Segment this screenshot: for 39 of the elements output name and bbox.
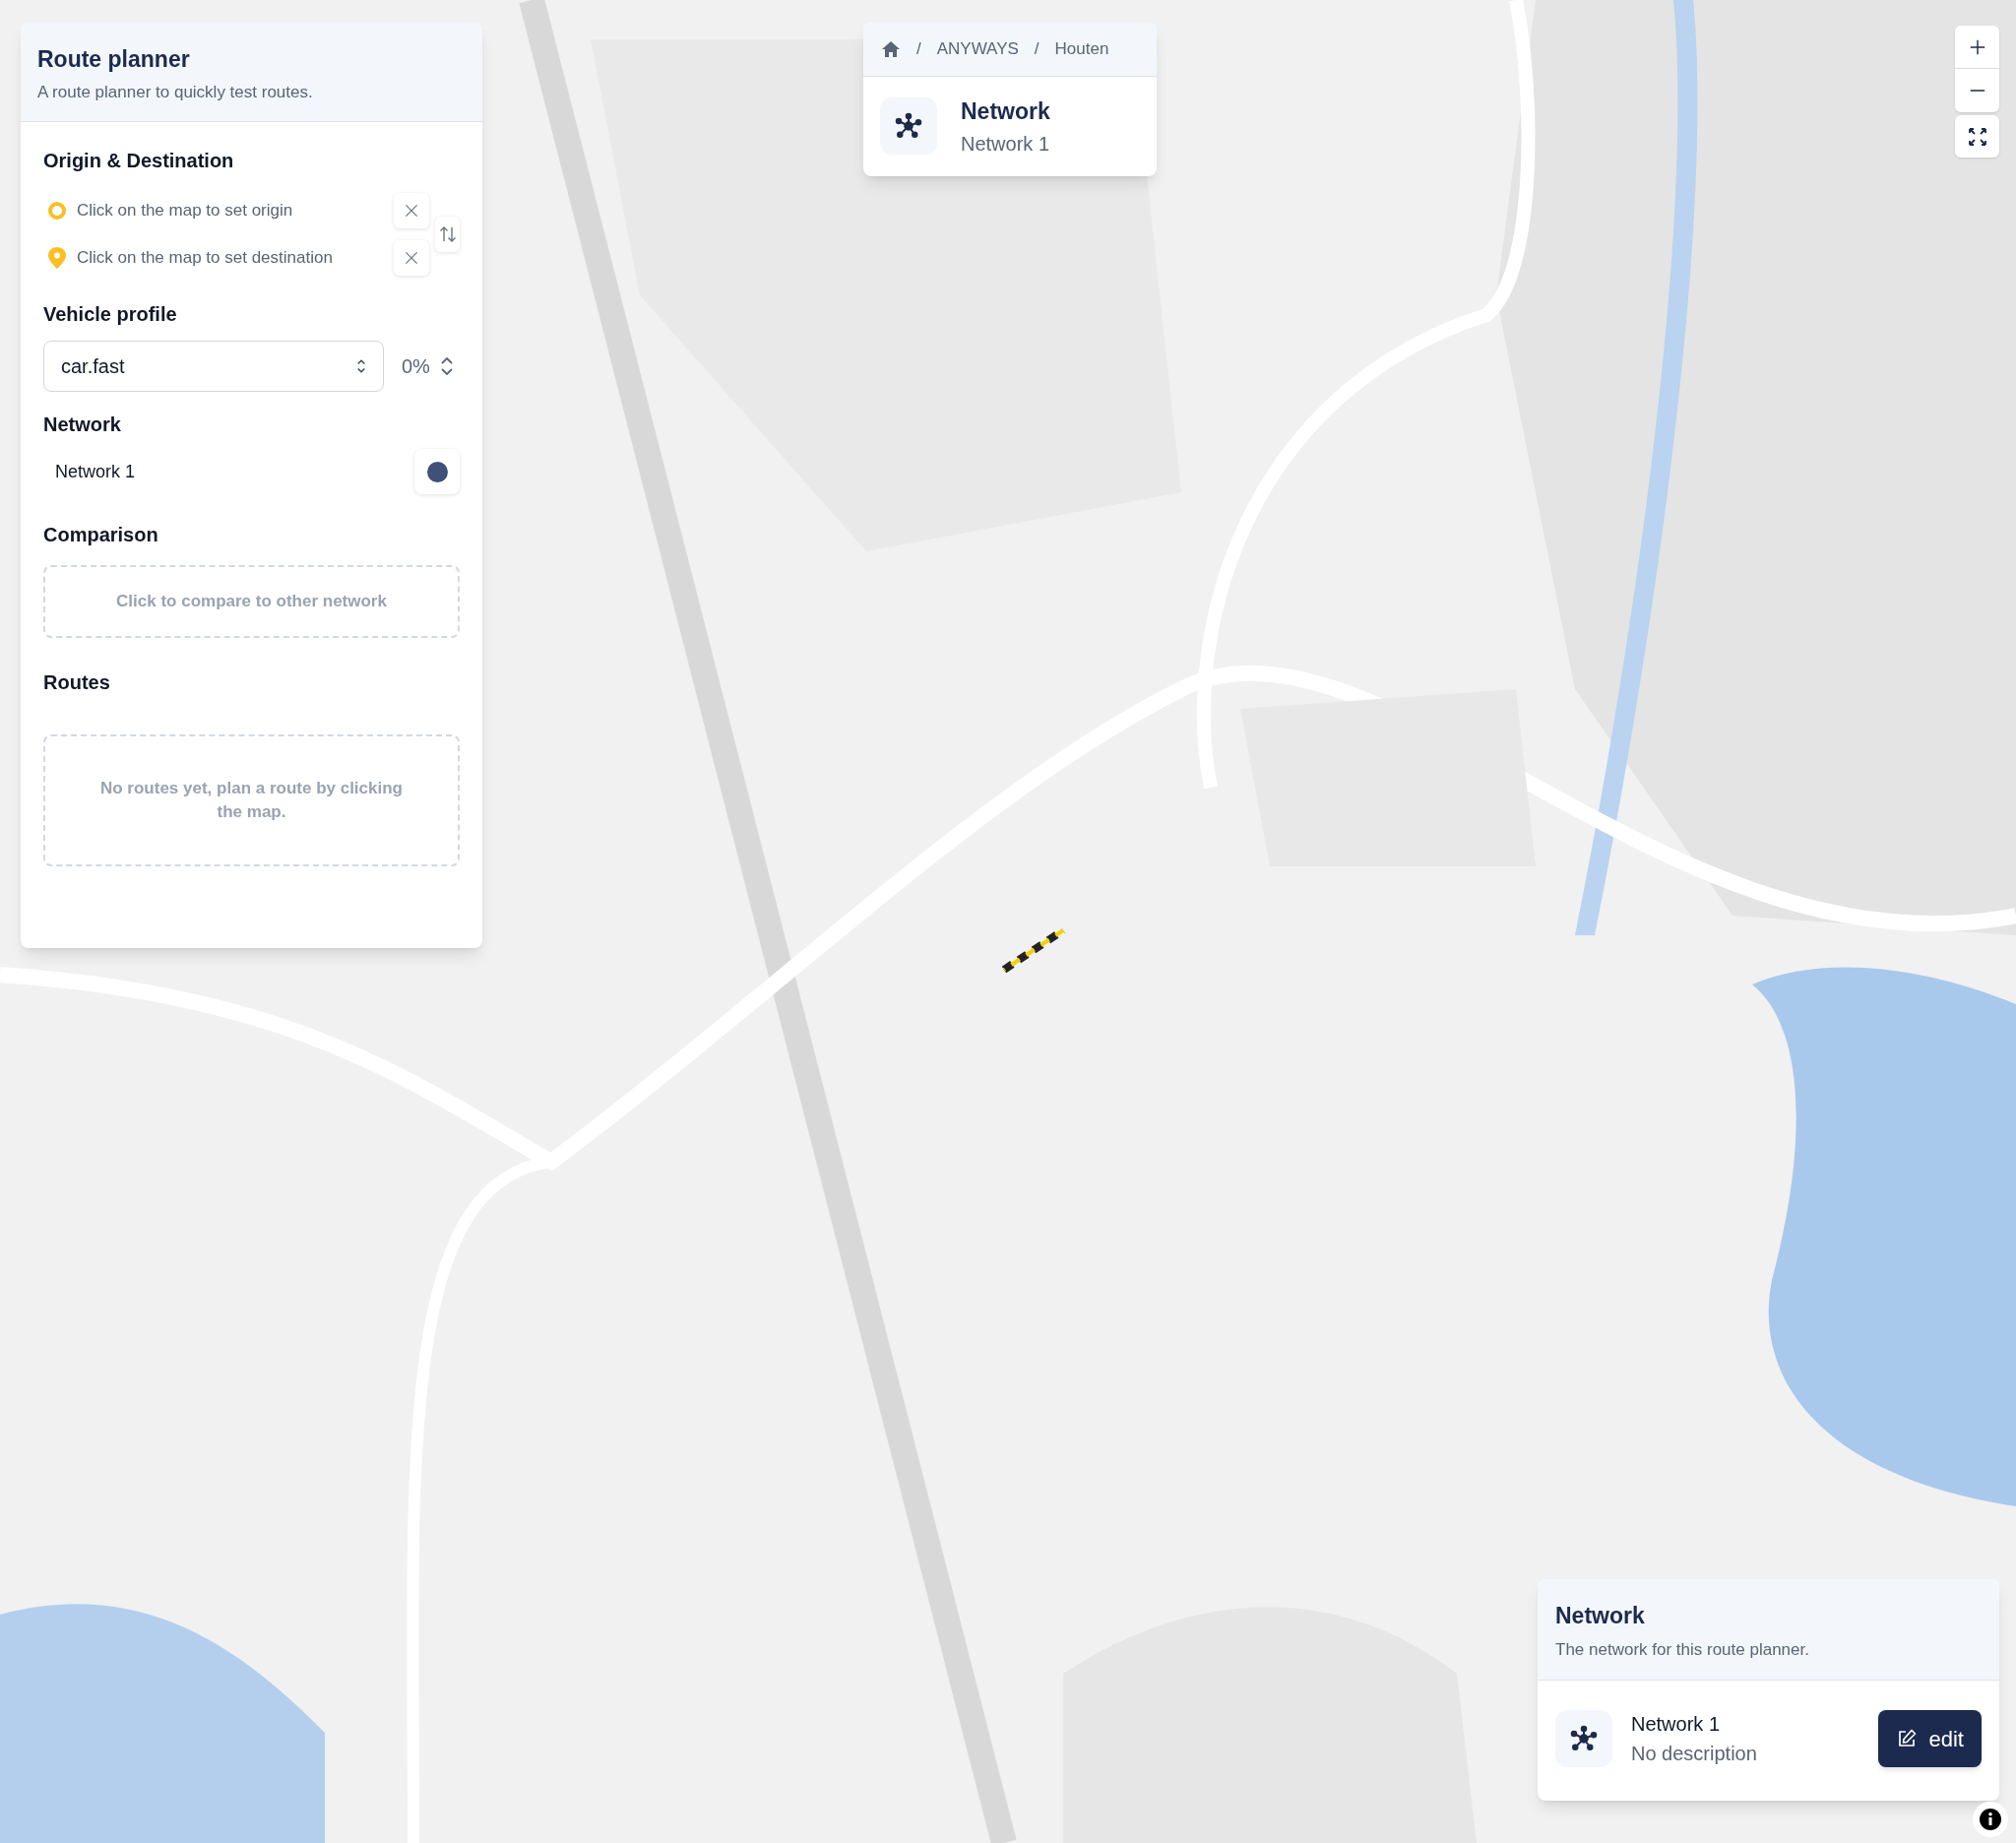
- section-heading: Origin & Destination: [43, 149, 235, 173]
- section-heading: Comparison: [43, 523, 159, 547]
- fullscreen-button[interactable]: [1955, 115, 1999, 158]
- vehicle-profile-select[interactable]: car.fast: [43, 341, 384, 392]
- card-title: Network: [1555, 1602, 1646, 1630]
- chevron-updown-icon: [356, 357, 366, 375]
- edit-button[interactable]: edit: [1877, 1710, 1982, 1767]
- location-field[interactable]: Click on the map to set origin: [77, 198, 394, 223]
- fullscreen-icon: [1967, 126, 1987, 147]
- network-description: No description: [1631, 1742, 1758, 1766]
- close-icon: [404, 203, 419, 219]
- card-title: Network: [961, 97, 1050, 126]
- destination-pin-icon: [47, 246, 67, 270]
- network-name: Network 1: [55, 460, 136, 483]
- breadcrumb-link[interactable]: Houten: [1054, 36, 1109, 62]
- empty-message: No routes yet, plan a route by clicking the map.: [99, 778, 404, 823]
- section-heading: Vehicle profile: [43, 302, 178, 327]
- home-icon[interactable]: [881, 39, 901, 59]
- card-subtitle: The network for this route planner.: [1555, 1638, 1810, 1661]
- breadcrumb-separator: /: [1034, 38, 1040, 61]
- chevron-updown-icon: [439, 355, 454, 377]
- section-heading: Routes: [43, 670, 111, 695]
- panel-subtitle: A route planner to quickly test routes.: [37, 81, 314, 103]
- card-subtitle: Network 1: [961, 131, 1050, 157]
- origin-marker-icon: [47, 201, 67, 221]
- info-icon: [1979, 1808, 2002, 1831]
- section-heading: Network: [43, 413, 122, 437]
- plus-icon: [1968, 37, 1986, 56]
- minus-icon: [1968, 89, 1986, 93]
- swap-button[interactable]: [435, 217, 460, 252]
- close-icon: [404, 250, 419, 266]
- breadcrumb-separator: /: [916, 38, 921, 61]
- panel-title: Route planner: [37, 45, 191, 74]
- network-icon: [1569, 1724, 1599, 1753]
- network-name: Network 1: [1631, 1712, 1722, 1737]
- color-button[interactable]: [414, 449, 460, 494]
- percentage-stepper[interactable]: 0%: [402, 351, 454, 381]
- location-field[interactable]: Click on the map to set destination: [77, 245, 394, 271]
- breadcrumb-link[interactable]: ANYWAYS: [936, 36, 1019, 62]
